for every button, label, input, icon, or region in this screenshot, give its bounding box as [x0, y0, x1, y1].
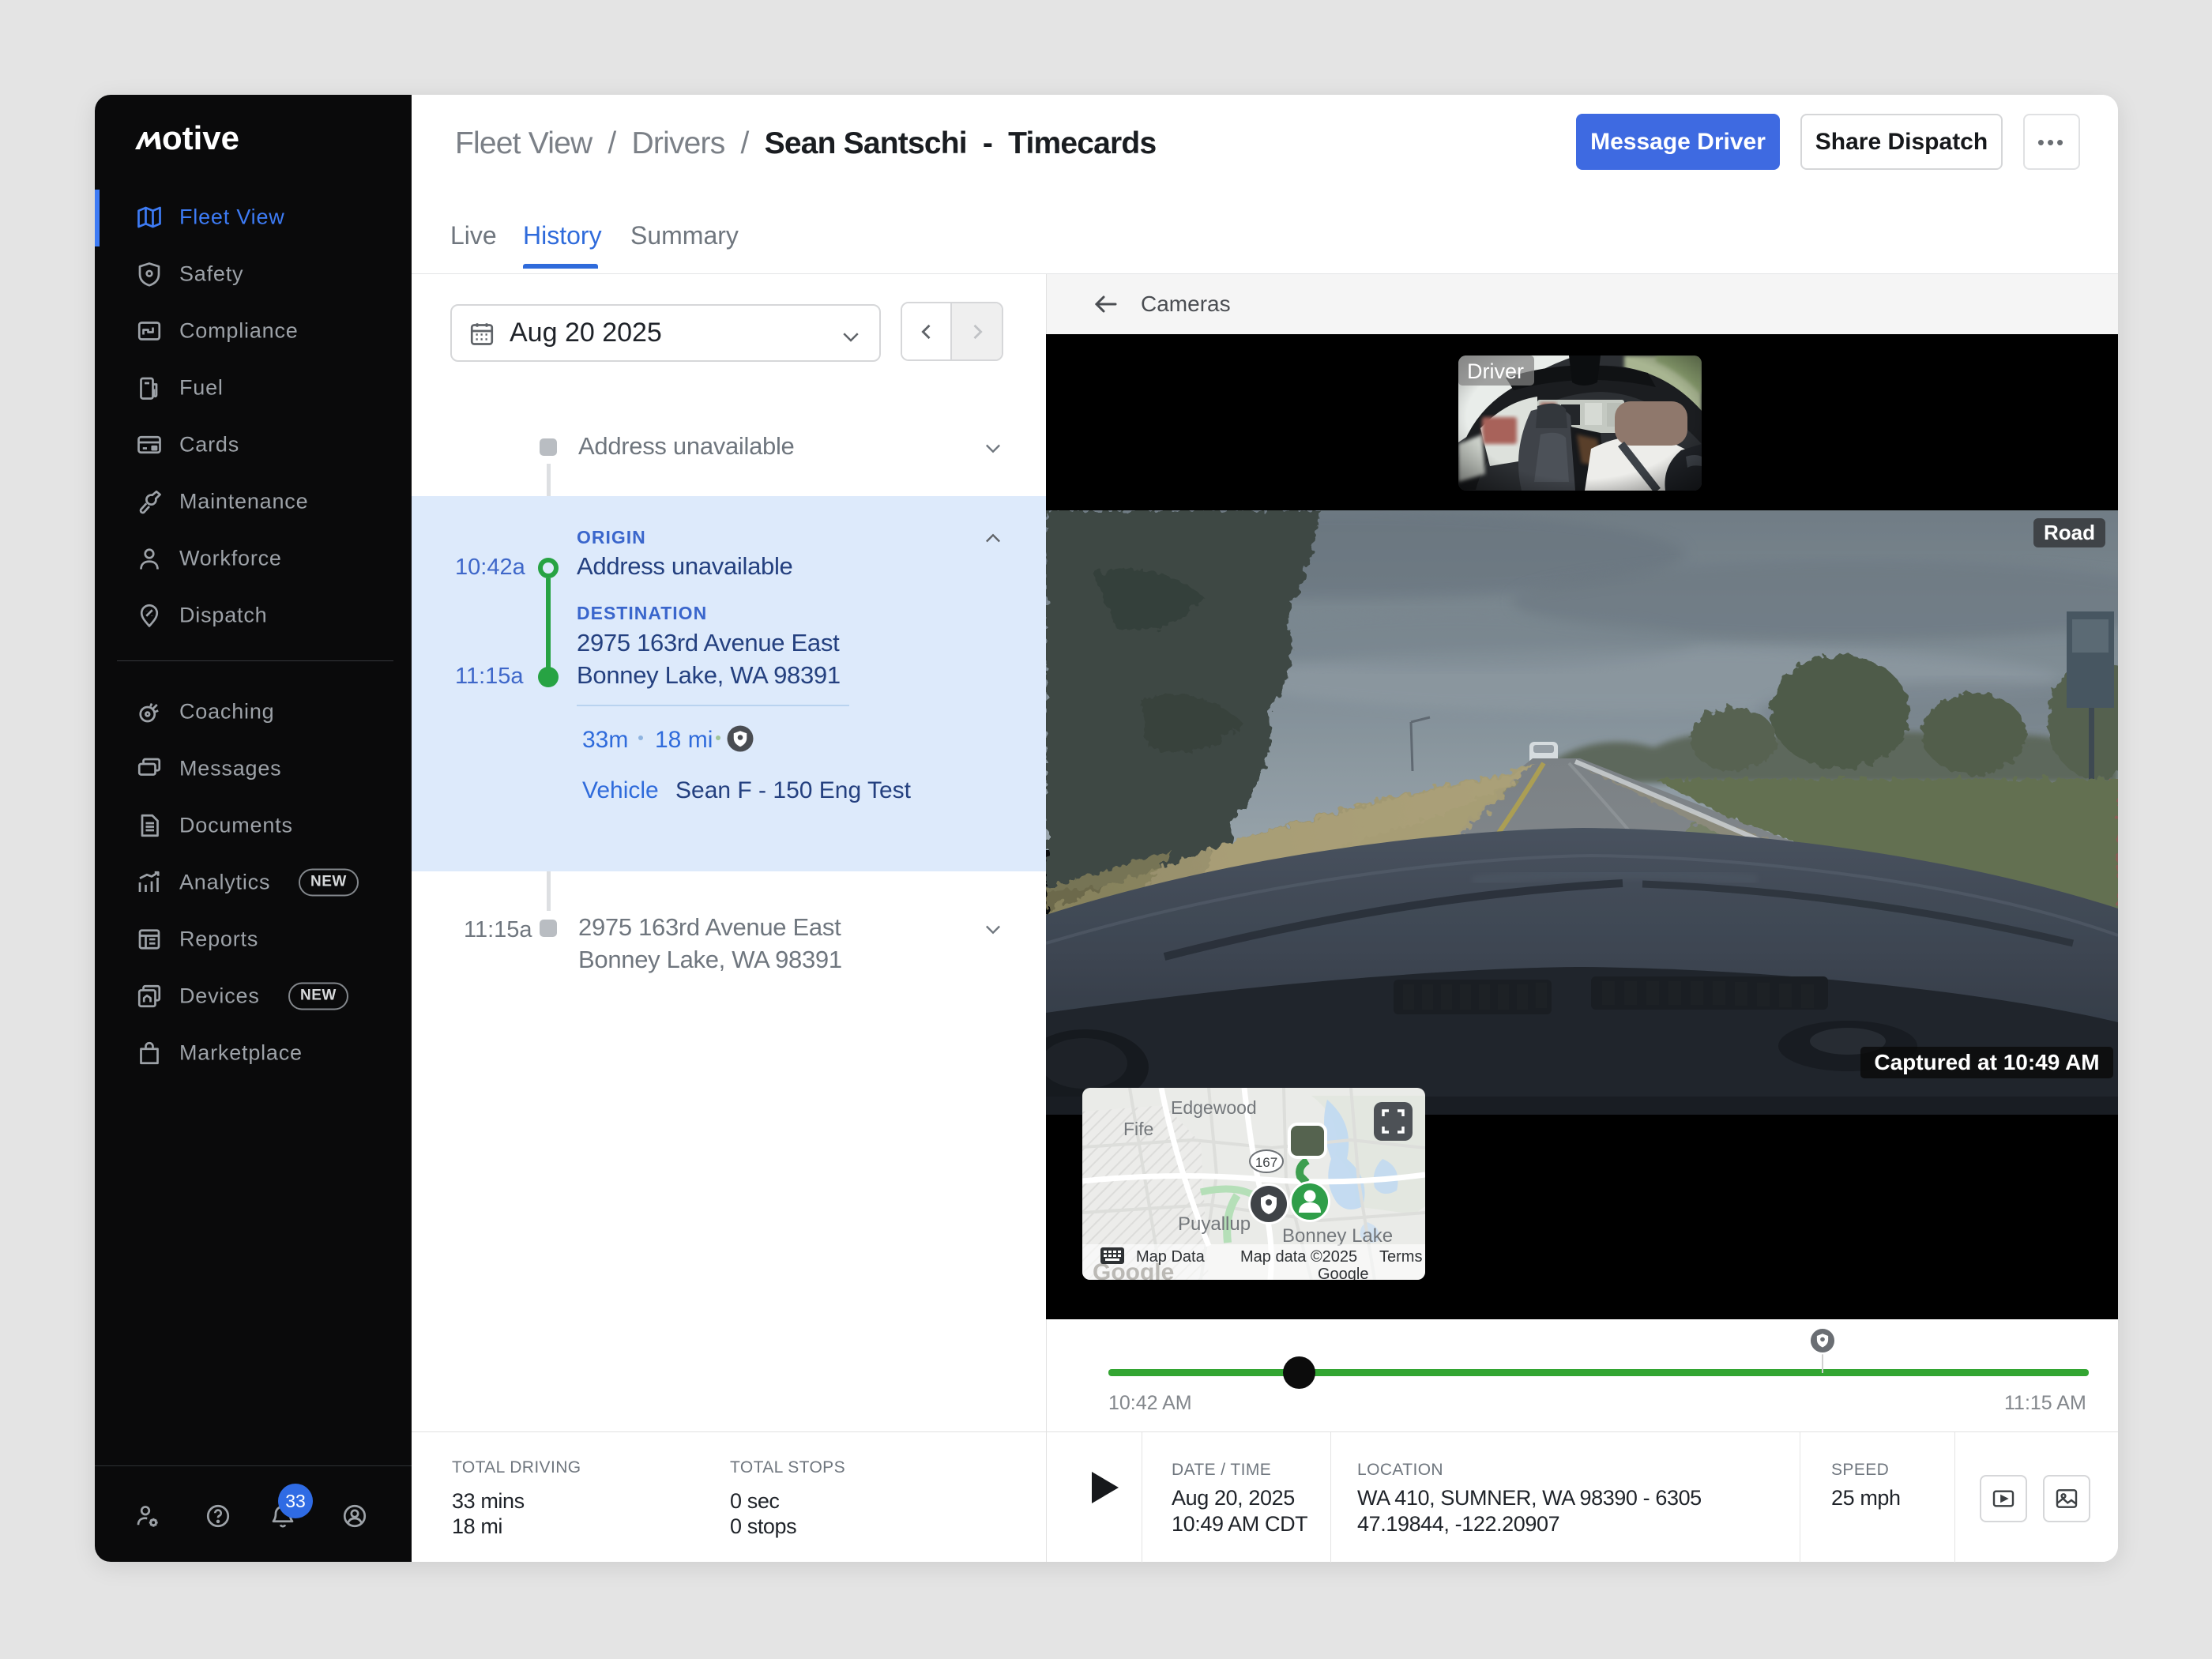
svg-text:Driver: Driver — [1467, 359, 1524, 383]
svg-text:Puyallup: Puyallup — [1178, 1213, 1251, 1235]
svg-text:otive: otive — [162, 121, 239, 156]
svg-text:Terms: Terms — [1379, 1248, 1422, 1266]
svg-text:Google: Google — [1318, 1266, 1369, 1280]
svg-text:Map Data: Map Data — [1136, 1248, 1206, 1266]
svg-text:Map data ©2025: Map data ©2025 — [1240, 1248, 1357, 1266]
svg-text:Edgewood: Edgewood — [1171, 1097, 1257, 1118]
svg-text:Fife: Fife — [1123, 1119, 1153, 1139]
svg-text:Bonney Lake: Bonney Lake — [1282, 1225, 1393, 1247]
svg-text:167: 167 — [1255, 1155, 1277, 1170]
